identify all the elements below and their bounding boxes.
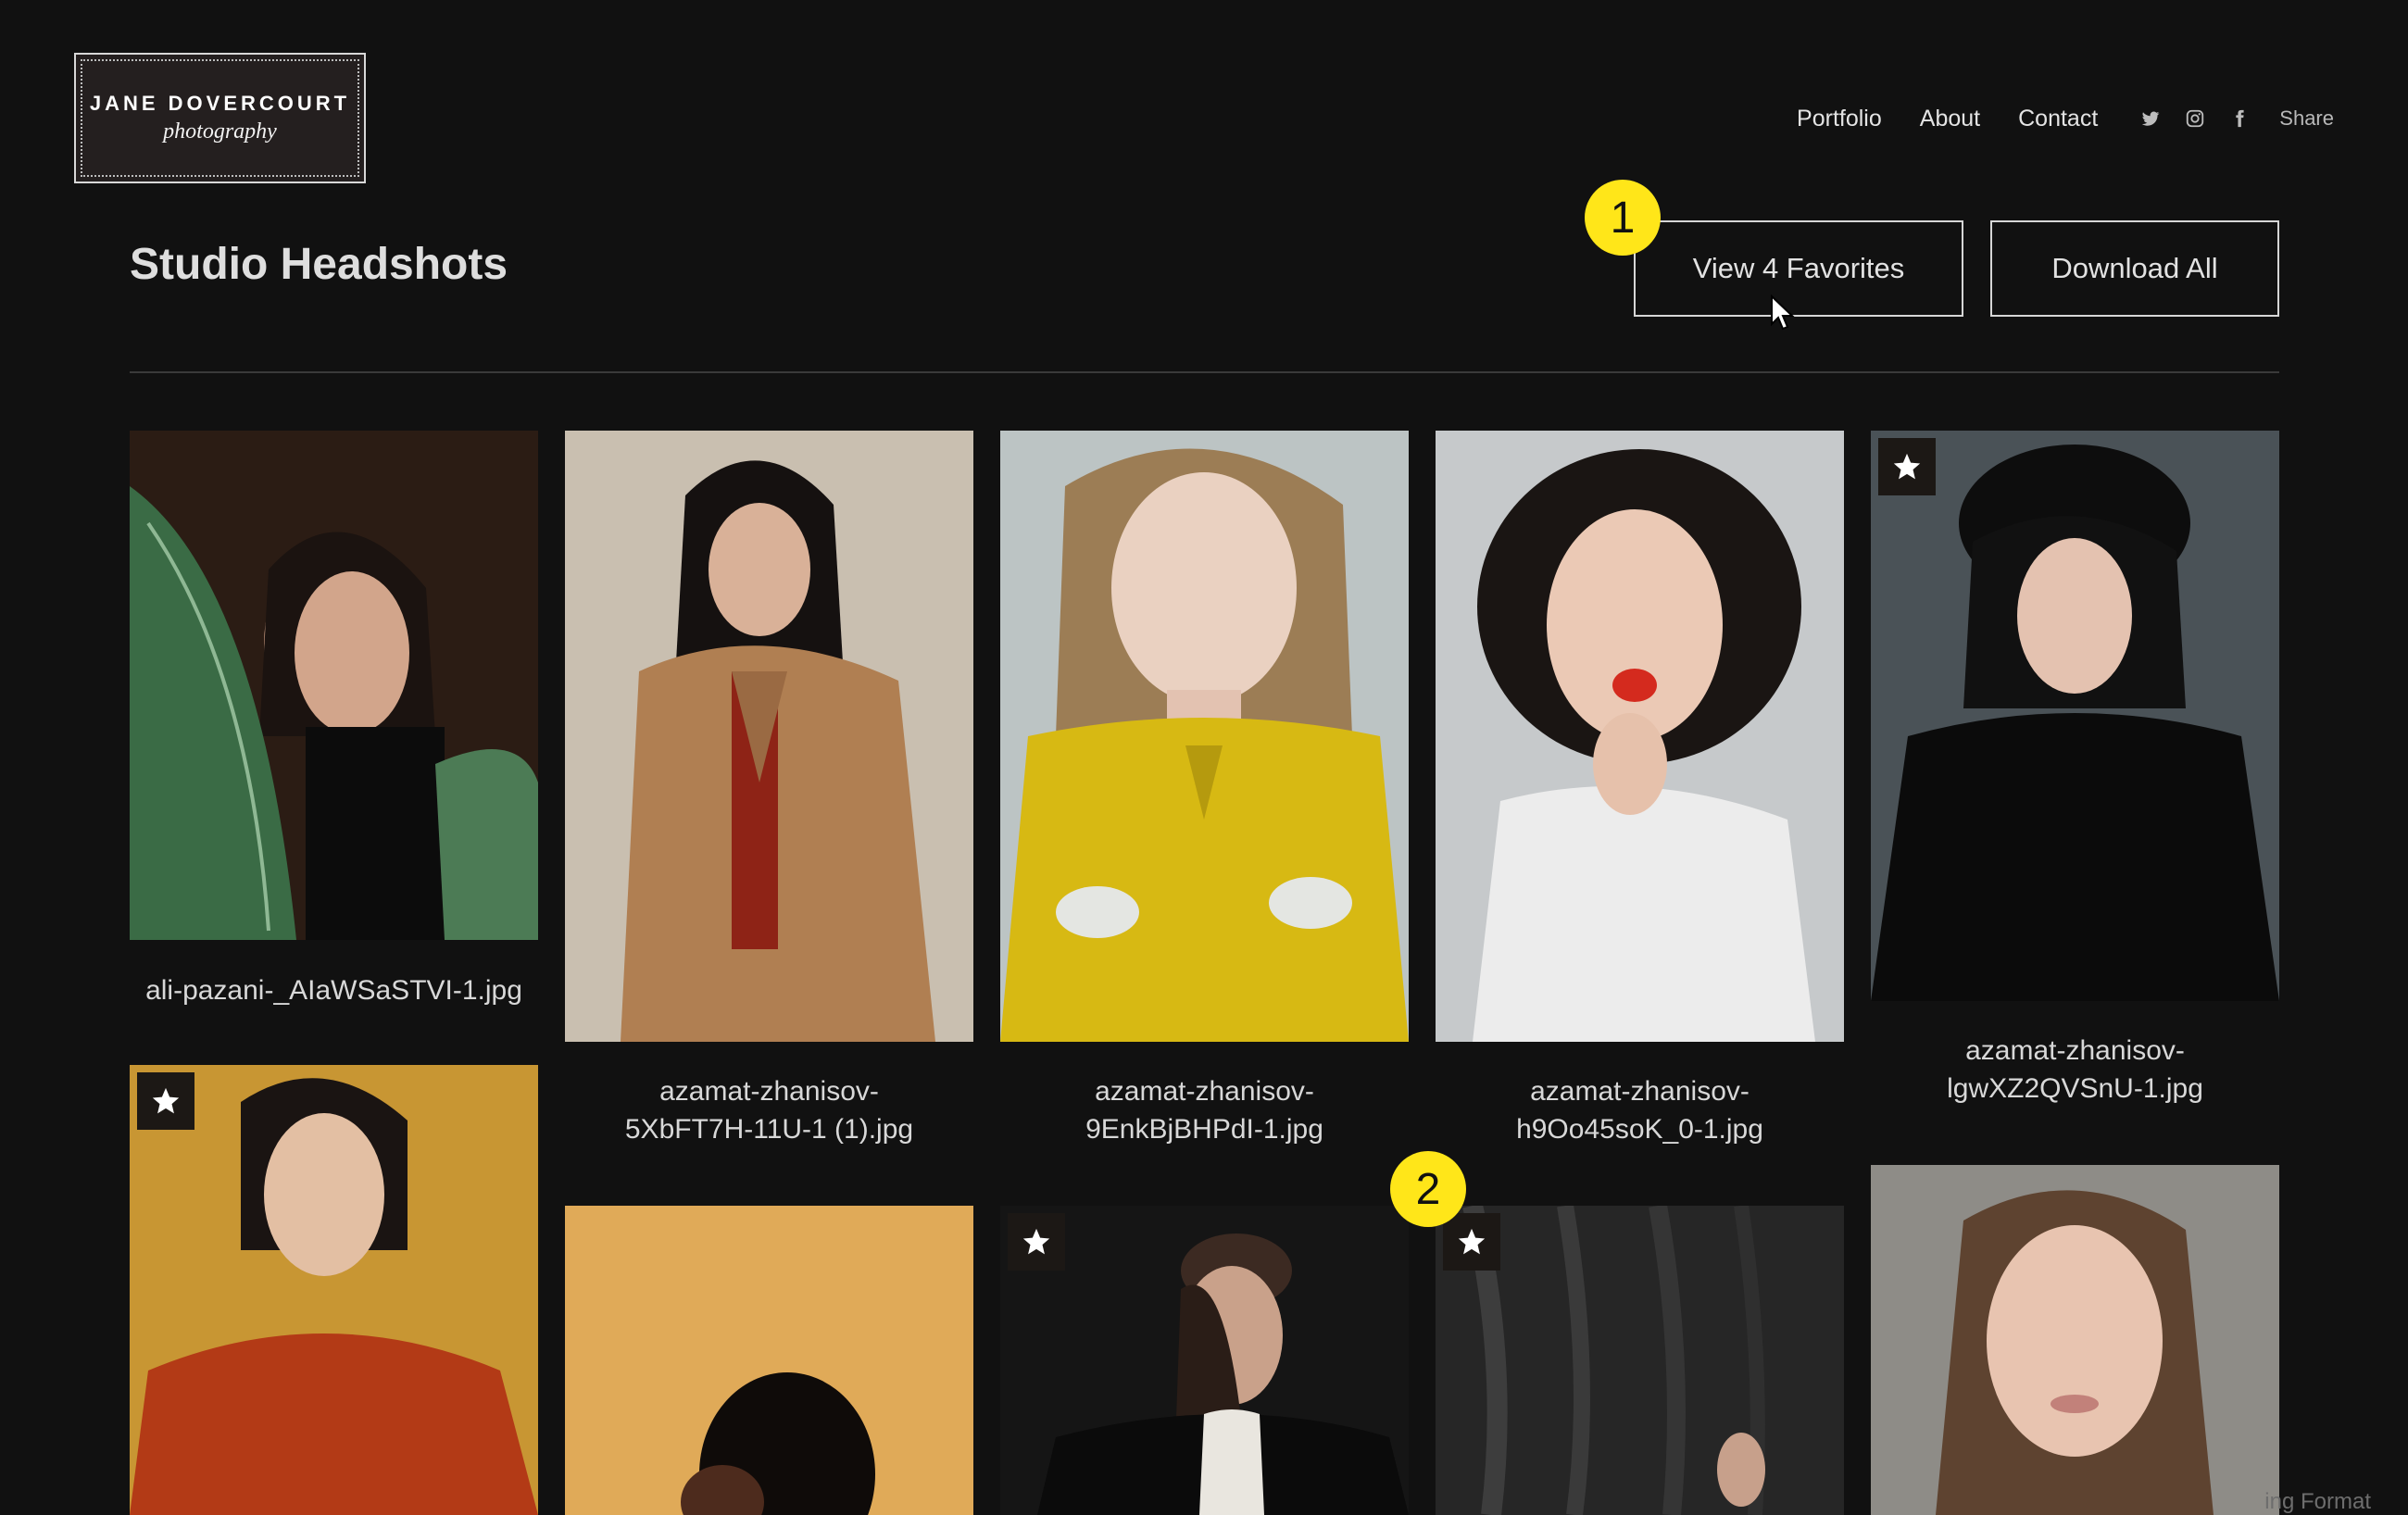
caption-line: 9EnkBjBHPdI-1.jpg bbox=[1085, 1114, 1323, 1145]
twitter-icon[interactable] bbox=[2138, 106, 2163, 131]
portrait-image bbox=[130, 1065, 538, 1515]
caption-line: azamat-zhanisov- bbox=[1095, 1076, 1314, 1107]
favorite-toggle[interactable] bbox=[1008, 1213, 1065, 1271]
nav-link-about[interactable]: About bbox=[1920, 106, 1980, 132]
facebook-icon[interactable] bbox=[2227, 106, 2251, 131]
watermark-text: ing Format bbox=[2264, 1489, 2371, 1514]
caption-line: lgwXZ2QVSnU-1.jpg bbox=[1947, 1073, 2203, 1104]
nav-link-portfolio[interactable]: Portfolio bbox=[1797, 106, 1882, 132]
photo-tile-row2-4[interactable] bbox=[1436, 1206, 1844, 1515]
view-favorites-button[interactable]: View 4 Favorites bbox=[1634, 220, 1963, 317]
caption-line: azamat-zhanisov- bbox=[1530, 1076, 1750, 1107]
portrait-image bbox=[130, 431, 538, 940]
annotation-marker-2: 2 bbox=[1390, 1151, 1466, 1227]
star-icon bbox=[152, 1087, 180, 1114]
portrait-image bbox=[1436, 431, 1844, 1042]
brand-name: JANE DOVERCOURT bbox=[89, 92, 351, 115]
photo-tile-lgwXZ2QVSnU[interactable] bbox=[1871, 431, 2279, 1001]
photo-caption: azamat-zhanisov- lgwXZ2QVSnU-1.jpg bbox=[1871, 1032, 2279, 1108]
brand-logo[interactable]: JANE DOVERCOURT photography bbox=[74, 53, 366, 183]
photo-caption: azamat-zhanisov- 9EnkBjBHPdI-1.jpg bbox=[1000, 1072, 1409, 1148]
download-all-button[interactable]: Download All bbox=[1990, 220, 2279, 317]
portrait-image bbox=[1871, 1165, 2279, 1515]
star-icon bbox=[1458, 1228, 1486, 1255]
caption-line: azamat-zhanisov- bbox=[1965, 1035, 2185, 1066]
caption-line: azamat-zhanisov- bbox=[659, 1076, 879, 1107]
portrait-image bbox=[565, 1206, 973, 1515]
instagram-icon[interactable] bbox=[2183, 106, 2207, 131]
portrait-image bbox=[1871, 431, 2279, 1001]
mouse-cursor-icon bbox=[1771, 294, 1795, 331]
brand-tagline: photography bbox=[163, 119, 277, 144]
photo-tile-5XbFT7H[interactable] bbox=[565, 431, 973, 1042]
photo-tile-row2-5[interactable] bbox=[1871, 1165, 2279, 1515]
page-title: Studio Headshots bbox=[130, 240, 508, 289]
photo-caption: azamat-zhanisov- h9Oo45soK_0-1.jpg bbox=[1436, 1072, 1844, 1148]
photo-tile-h9Oo45soK[interactable] bbox=[1436, 431, 1844, 1042]
caption-line: 5XbFT7H-11U-1 (1).jpg bbox=[624, 1114, 914, 1145]
photo-tile-row2-3[interactable] bbox=[1000, 1206, 1409, 1515]
photo-tile-row2-2[interactable] bbox=[565, 1206, 973, 1515]
favorite-toggle[interactable] bbox=[137, 1072, 194, 1130]
photo-caption: ali-pazani-_AIaWSaSTVI-1.jpg bbox=[130, 971, 538, 1009]
portrait-image bbox=[1000, 431, 1409, 1042]
favorite-toggle[interactable] bbox=[1878, 438, 1936, 495]
top-navigation: Portfolio About Contact Share bbox=[1797, 102, 2334, 135]
favorite-toggle[interactable] bbox=[1443, 1213, 1500, 1271]
photo-tile-9EnkBjBHPdI[interactable] bbox=[1000, 431, 1409, 1042]
header-divider bbox=[130, 371, 2279, 373]
caption-line: ali-pazani-_AIaWSaSTVI-1.jpg bbox=[145, 975, 522, 1006]
annotation-marker-1: 1 bbox=[1585, 180, 1661, 256]
star-icon bbox=[1893, 453, 1921, 480]
caption-line: h9Oo45soK_0-1.jpg bbox=[1516, 1114, 1763, 1145]
share-link[interactable]: Share bbox=[2279, 106, 2334, 131]
nav-link-contact[interactable]: Contact bbox=[2018, 106, 2098, 132]
star-icon bbox=[1022, 1228, 1050, 1255]
social-links: Share bbox=[2138, 106, 2334, 131]
photo-tile-ali-pazani[interactable] bbox=[130, 431, 538, 940]
portrait-image bbox=[565, 431, 973, 1042]
photo-tile-row2-1[interactable] bbox=[130, 1065, 538, 1515]
photo-caption: azamat-zhanisov- 5XbFT7H-11U-1 (1).jpg bbox=[565, 1072, 973, 1148]
logo-text: JANE DOVERCOURT photography bbox=[90, 92, 350, 144]
